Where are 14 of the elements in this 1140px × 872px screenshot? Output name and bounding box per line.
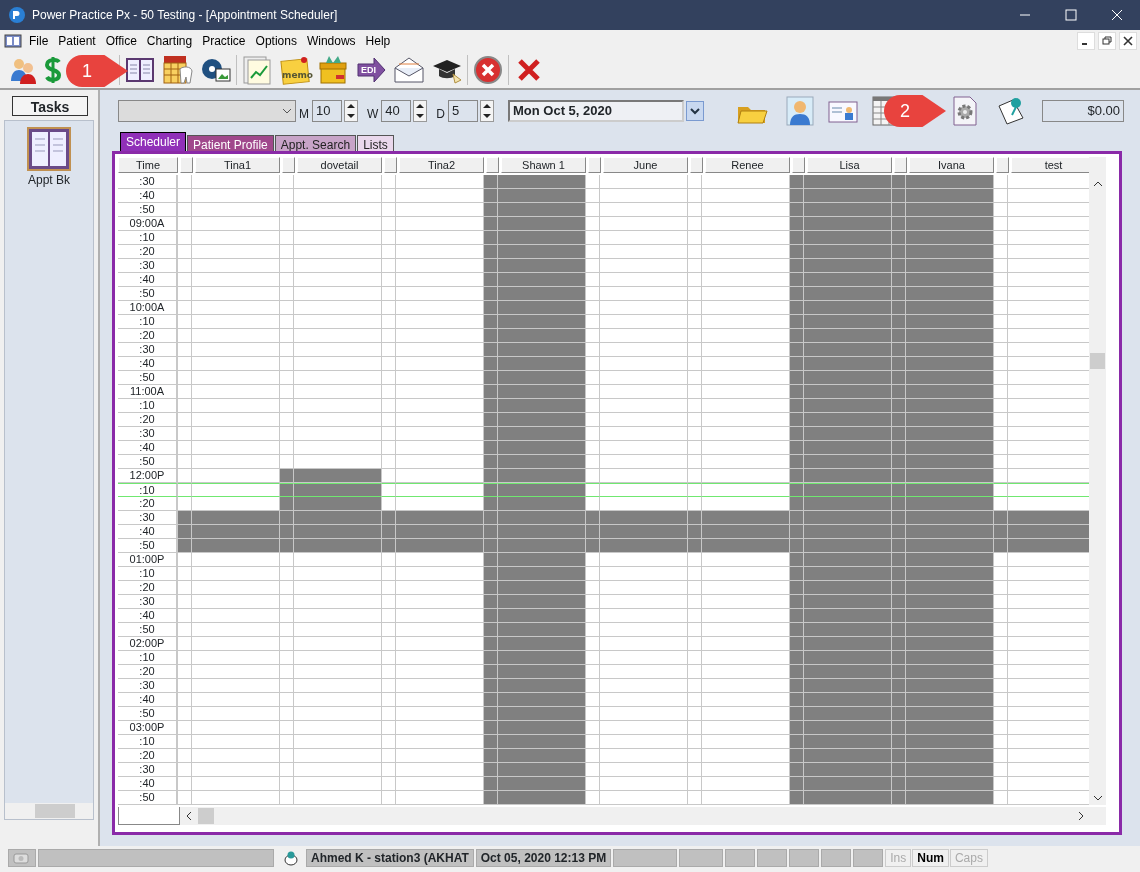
tasks-header: Tasks xyxy=(12,96,88,116)
spinner-label: M xyxy=(299,106,309,123)
window-title: Power Practice Px - 50 Testing - [Appointment Scheduler] xyxy=(32,7,338,24)
keyboard-indicator: Caps xyxy=(949,849,988,867)
keyboard-indicator: Num xyxy=(912,849,949,867)
icon-caption: EDI xyxy=(361,66,376,75)
keyboard-indicator: Ins xyxy=(885,849,912,867)
user-status: Ahmed K - station3 (AKHAT xyxy=(306,849,474,867)
time-label: :50 xyxy=(118,791,178,805)
callout-tooltip: 1 xyxy=(66,55,128,87)
balance-field: $0.00 xyxy=(1042,100,1124,122)
spinner-label: D xyxy=(436,106,445,123)
datetime-status: Oct 05, 2020 12:13 PM xyxy=(475,849,612,867)
spinner-label: W xyxy=(367,106,379,123)
